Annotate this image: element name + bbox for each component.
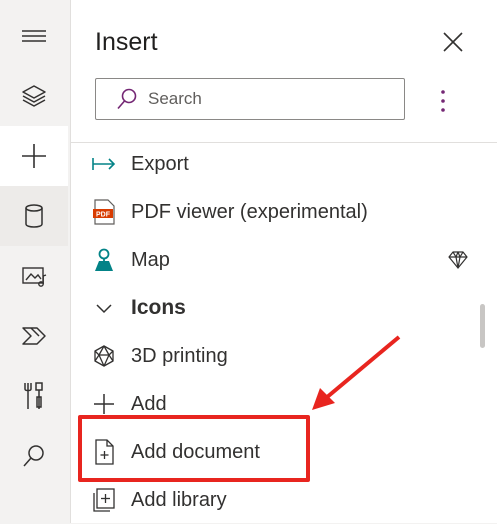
list-item-label: Map [131,248,170,271]
category-label: Icons [131,296,186,319]
search-rail-button[interactable] [0,426,68,486]
annotation-highlight-box [78,415,310,482]
list-item-label: Export [131,152,189,175]
add-library-icon [91,487,117,513]
close-icon [443,32,463,52]
left-rail [0,0,71,523]
list-item-label: Add [131,392,167,415]
list-item-add-library[interactable]: Add library [71,476,481,524]
scrollbar-thumb[interactable] [480,304,485,348]
search-icon [117,88,137,110]
media-button[interactable] [0,246,68,306]
more-vertical-icon [441,90,445,112]
more-options-button[interactable] [433,88,453,114]
chevron-down-icon [91,295,117,321]
list-item-label: PDF viewer (experimental) [131,200,368,223]
media-icon [22,267,47,287]
list-item-label: Add library [131,488,227,511]
pdf-icon: PDF [91,199,117,225]
power-automate-button[interactable] [0,306,68,366]
3d-printing-icon [91,343,117,369]
search-input[interactable]: Search [95,78,405,120]
category-icons[interactable]: Icons [71,284,481,332]
list-item-pdf-viewer[interactable]: PDF PDF viewer (experimental) [71,188,481,236]
list-item-map[interactable]: Map [71,236,481,284]
data-button[interactable] [0,186,68,246]
list-item-export[interactable]: Export [71,140,481,188]
close-button[interactable] [440,29,466,55]
list-item-label: 3D printing [131,344,228,367]
search-icon [23,445,44,467]
advanced-tools-button[interactable] [0,366,68,426]
add-icon [91,391,117,417]
menu-icon [22,30,46,42]
svg-text:PDF: PDF [96,212,111,219]
export-icon [91,151,117,177]
premium-diamond-icon [448,251,468,269]
search-placeholder: Search [148,89,202,108]
map-icon [91,247,117,273]
database-icon [25,204,43,228]
tools-icon [24,382,43,409]
menu-button[interactable] [0,6,68,66]
list-item-3d-printing[interactable]: 3D printing [71,332,481,380]
tree-view-button[interactable] [0,66,68,126]
insert-button[interactable] [0,126,68,186]
plus-icon [22,144,46,168]
layers-icon [22,85,46,107]
power-automate-icon [22,327,46,345]
panel-title: Insert [95,28,158,56]
